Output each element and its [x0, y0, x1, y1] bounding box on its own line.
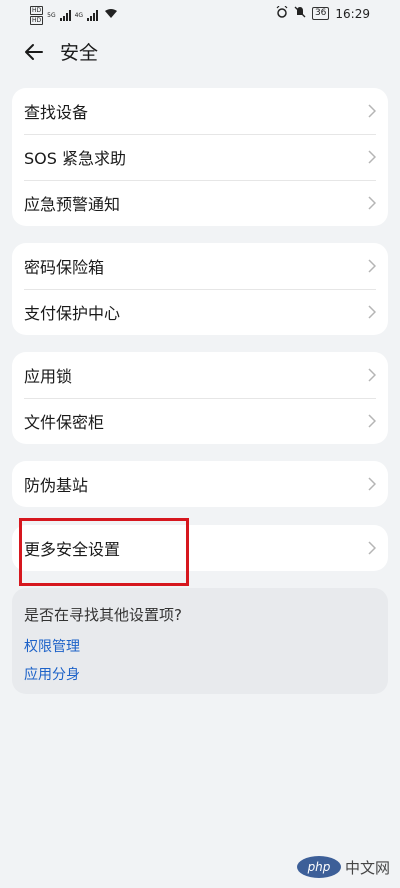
menu-item-app-lock[interactable]: 应用锁	[12, 352, 388, 398]
sim2-icon: HD	[30, 16, 44, 25]
signal-1-icon	[59, 10, 71, 21]
menu-item-label: 应用锁	[24, 367, 73, 386]
menu-item-label: 防伪基站	[24, 476, 89, 495]
status-right: 36 16:29	[276, 5, 370, 21]
alarm-icon	[276, 5, 288, 21]
chevron-right-icon	[368, 305, 376, 319]
network-1-label: 5G	[47, 11, 56, 19]
chevron-right-icon	[368, 477, 376, 491]
menu-item-label: 密码保险箱	[24, 258, 105, 277]
mute-icon	[294, 6, 306, 21]
card-password-payment: 密码保险箱 支付保护中心	[12, 243, 388, 335]
wifi-icon	[104, 8, 118, 23]
suggestion-question: 是否在寻找其他设置项?	[24, 606, 182, 624]
menu-item-label: SOS 紧急求助	[24, 149, 126, 168]
status-left: HD HD 5G 4G	[30, 6, 118, 25]
menu-item-emergency-alert[interactable]: 应急预警通知	[12, 180, 388, 226]
link-permission-management[interactable]: 权限管理	[24, 636, 80, 656]
signal-2-icon	[87, 10, 99, 21]
chevron-right-icon	[368, 104, 376, 118]
watermark-logo: php	[296, 856, 341, 878]
chevron-right-icon	[368, 414, 376, 428]
watermark: php 中文网	[296, 856, 390, 878]
chevron-right-icon	[368, 259, 376, 273]
highlight-box	[19, 518, 189, 586]
card-app-lock: 应用锁 文件保密柜	[12, 352, 388, 444]
page-title: 安全	[60, 42, 99, 64]
suggestion-panel: 是否在寻找其他设置项? 权限管理 应用分身	[12, 588, 388, 694]
menu-item-label: 查找设备	[24, 103, 89, 122]
card-device-safety: 查找设备 SOS 紧急求助 应急预警通知	[12, 88, 388, 226]
menu-item-label: 应急预警通知	[24, 195, 121, 214]
chevron-right-icon	[368, 368, 376, 382]
menu-item-find-device[interactable]: 查找设备	[12, 88, 388, 134]
menu-item-label: 支付保护中心	[24, 304, 121, 323]
sim-icons: HD HD	[30, 6, 44, 25]
menu-item-password-vault[interactable]: 密码保险箱	[12, 243, 388, 289]
watermark-site: 中文网	[344, 858, 390, 877]
status-bar: HD HD 5G 4G 36 16:29	[0, 0, 400, 28]
chevron-right-icon	[368, 150, 376, 164]
sim1-icon: HD	[30, 6, 44, 15]
menu-item-label: 文件保密柜	[24, 413, 105, 432]
menu-item-sos[interactable]: SOS 紧急求助	[12, 134, 388, 180]
battery-icon: 36	[311, 7, 330, 20]
menu-item-file-safe[interactable]: 文件保密柜	[12, 398, 388, 444]
app-header: 安全	[0, 36, 400, 72]
status-time: 16:29	[335, 6, 370, 21]
network-2-label: 4G	[74, 11, 84, 19]
back-arrow-icon[interactable]	[22, 40, 46, 64]
chevron-right-icon	[368, 196, 376, 210]
menu-item-payment-protection[interactable]: 支付保护中心	[12, 289, 388, 335]
chevron-right-icon	[368, 541, 376, 555]
link-app-twin[interactable]: 应用分身	[24, 664, 80, 684]
card-anti-fake-station: 防伪基站	[12, 461, 388, 507]
menu-item-anti-fake-station[interactable]: 防伪基站	[12, 461, 388, 507]
